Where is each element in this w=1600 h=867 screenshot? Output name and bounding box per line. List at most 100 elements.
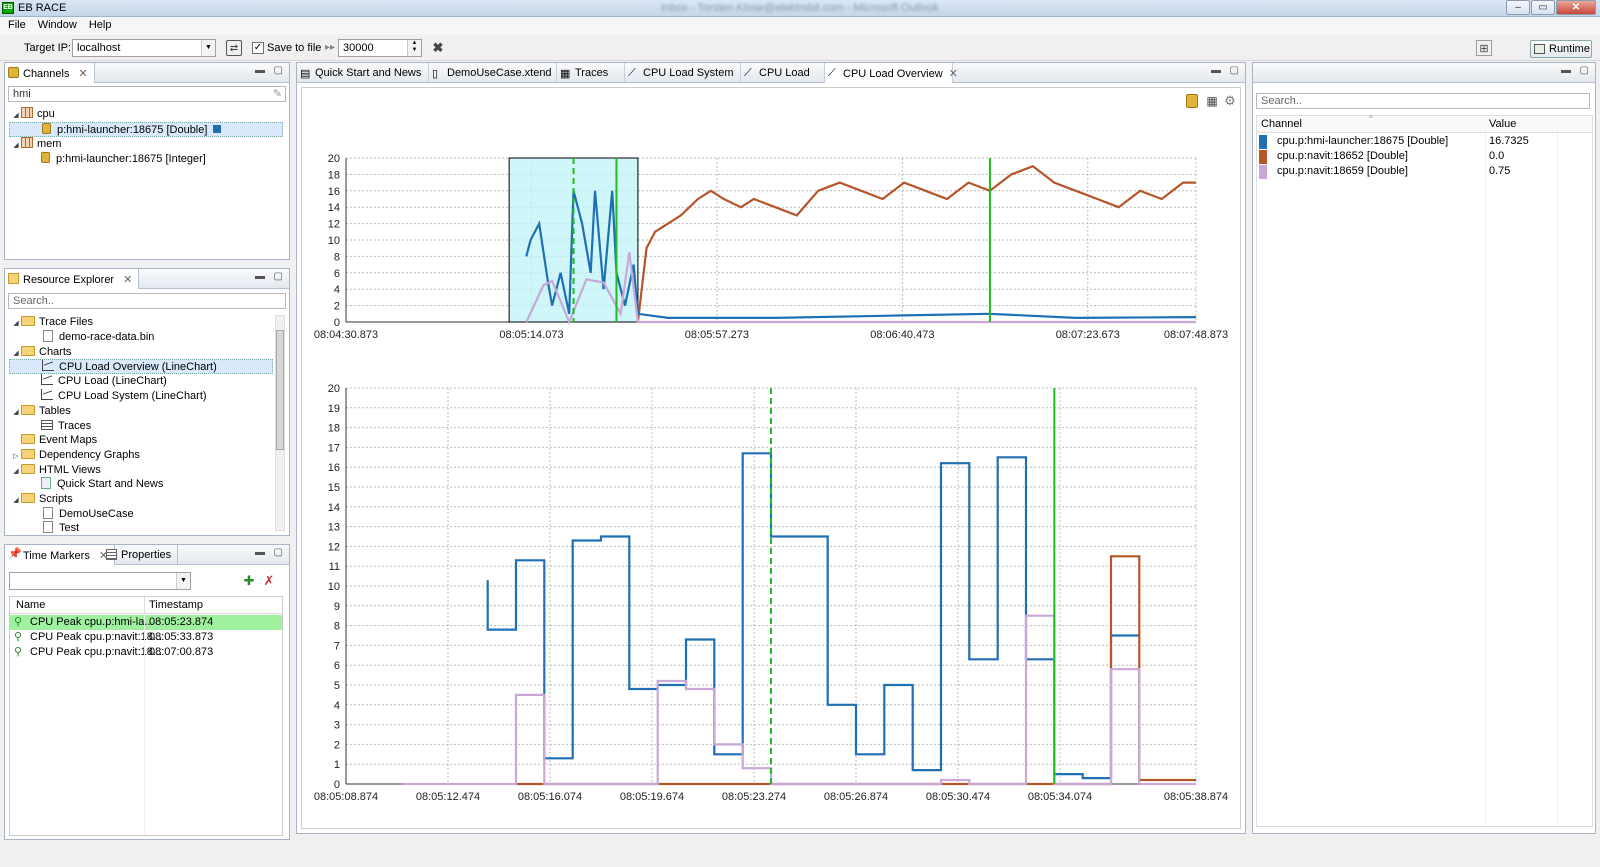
tree-item-cpu-load-system[interactable]: CPU Load System (LineChart) [41,389,207,404]
y-tick-label: 6 [334,268,340,280]
detail-chart[interactable]: 0123456789101112131415161718192008:05:08… [302,382,1234,822]
marker-filter-combo[interactable]: ▼ [9,572,191,590]
table-row[interactable]: cpu.p:navit:18652 [Double] 0.0 [1257,149,1592,164]
tab-resource-explorer[interactable]: Resource Explorer ✕ [5,269,140,289]
collapsed-icon[interactable]: ▷ [11,449,21,464]
menu-file[interactable]: File [2,17,32,35]
main-toolbar: Target IP: localhost ▼ ⇄ ✓ Save to file … [0,35,1600,61]
maximize-panel-icon[interactable]: ▢ [1580,65,1589,76]
expanded-icon[interactable]: ◢ [11,316,21,331]
tree-item-channel-cpu-hmi[interactable]: p:hmi-launcher:18675 [Double] [9,122,283,137]
minimize-panel-icon[interactable]: ▬ [255,547,265,558]
tab-label: Traces [575,67,609,79]
tree-item-demo-use-case[interactable]: DemoUseCase [43,507,134,522]
menu-help[interactable]: Help [83,17,118,35]
minimize-panel-icon[interactable]: ▬ [255,65,265,76]
tab-channels[interactable]: Channels ✕ [5,63,95,83]
resource-search-input[interactable]: Search.. [8,293,286,309]
chevron-down-icon[interactable]: ▼ [176,573,190,589]
runtime-perspective-button[interactable]: Runtime [1530,40,1592,58]
open-perspective-icon[interactable]: ⊞ [1476,40,1492,56]
table-row[interactable]: cpu.p:hmi-launcher:18675 [Double] 16.732… [1257,134,1592,149]
tree-item-traces[interactable]: Traces [41,419,91,434]
target-ip-combo[interactable]: localhost ▼ [72,39,216,57]
tab-quick-start[interactable]: ▤ Quick Start and News [297,63,429,82]
channel-icon [42,123,51,134]
channels-icon[interactable] [1186,94,1198,108]
close-window-button[interactable]: ✕ [1556,0,1596,15]
clear-filter-icon[interactable]: ✎ [273,87,282,100]
spinner-arrows-icon[interactable]: ▲ ▼ [407,40,421,56]
save-to-file-checkbox[interactable]: ✓ [252,42,264,54]
remove-marker-icon[interactable]: ✗ [261,573,277,589]
menu-window[interactable]: Window [32,17,83,35]
gear-icon[interactable]: ⚙ [1222,93,1238,109]
column-channel-header[interactable]: Channel [1261,117,1302,132]
chevron-down-icon[interactable]: ▼ [201,40,215,56]
tree-item-channel-mem-hmi[interactable]: p:hmi-launcher:18675 [Integer] [41,152,206,167]
tree-item-dependency-graphs[interactable]: ▷ Dependency Graphs [11,448,140,463]
tree-item-cpu-load-overview[interactable]: CPU Load Overview (LineChart) [9,359,273,374]
tab-time-markers[interactable]: 📌 Time Markers ✕ [5,545,116,565]
expanded-icon[interactable]: ◢ [11,405,21,420]
tab-demo-use-case[interactable]: ▯ DemoUseCase.xtend [429,63,557,82]
column-value-header[interactable]: Value [1489,117,1516,132]
maximize-button[interactable]: ▭ [1531,0,1555,15]
expanded-icon[interactable]: ◢ [11,493,21,508]
tree-item-mem[interactable]: ◢ mem [11,137,61,152]
minimize-button[interactable]: ‒ [1506,0,1530,15]
clear-icon[interactable]: ✖ [430,40,446,56]
column-timestamp-header[interactable]: Timestamp [149,598,203,613]
buffer-size-spinner[interactable]: 30000 ▲ ▼ [338,39,422,57]
column-name-header[interactable]: Name [16,598,45,613]
tree-item-demo-race-data[interactable]: demo-race-data.bin [43,330,154,345]
tab-cpu-load-system[interactable]: ⟋ CPU Load System [625,63,741,82]
table-header: Name Timestamp [10,597,282,614]
table-row[interactable]: ⚲ CPU Peak cpu.p:hmi-la... 08:05:23.874 [10,615,282,630]
vertical-scrollbar[interactable] [275,315,285,531]
maximize-panel-icon[interactable]: ▢ [274,65,283,76]
tab-cpu-load-overview[interactable]: ⟋ CPU Load Overview ✕ [825,63,958,83]
tree-item-trace-files[interactable]: ◢ Trace Files [11,315,93,330]
expanded-icon[interactable]: ◢ [11,138,21,153]
tree-item-tables[interactable]: ◢ Tables [11,404,71,419]
tree-item-cpu[interactable]: ◢ cpu [11,107,55,122]
resource-explorer-panel: Resource Explorer ✕ ▬ ▢ Search.. ◢ Trace … [4,268,290,536]
minimize-panel-icon[interactable]: ▬ [1561,65,1571,76]
connect-icon[interactable]: ⇄ [226,40,242,56]
table-row[interactable]: cpu.p:navit:18659 [Double] 0.75 [1257,164,1592,179]
table-row[interactable]: ⚲ CPU Peak cpu.p:navit:18... 08:05:33.87… [10,630,282,645]
tree-item-quick-start[interactable]: Quick Start and News [41,477,163,492]
add-marker-icon[interactable]: ✚ [241,573,257,589]
tree-item-test[interactable]: Test [43,521,79,536]
y-tick-label: 15 [328,482,340,494]
tab-label: CPU Load Overview [843,68,943,80]
tree-item-html-views[interactable]: ◢ HTML Views [11,463,101,478]
tab-properties[interactable]: Properties [103,545,179,565]
time-markers-panel: 📌 Time Markers ✕ Properties ▬ ▢ ▼ ✚ ✗ Na… [4,544,290,840]
table-row[interactable]: ⚲ CPU Peak cpu.p:navit:18... 08:07:00.87… [10,645,282,660]
legend-search-input[interactable]: Search.. [1256,93,1590,109]
maximize-panel-icon[interactable]: ▢ [1230,65,1239,76]
tree-item-charts[interactable]: ◢ Charts [11,345,71,360]
expanded-icon[interactable]: ◢ [11,464,21,479]
minimize-panel-icon[interactable]: ▬ [255,271,265,282]
scrollbar-thumb[interactable] [276,330,284,450]
maximize-panel-icon[interactable]: ▢ [274,271,283,282]
table-icon[interactable]: ▦ [1204,93,1220,109]
tree-item-cpu-load[interactable]: CPU Load (LineChart) [41,374,167,389]
close-tab-icon[interactable]: ✕ [949,68,958,80]
tree-item-event-maps[interactable]: Event Maps [21,433,97,448]
fast-forward-icon: ▸▸ [324,42,336,53]
x-tick-label: 08:06:40.473 [870,329,934,341]
minimize-panel-icon[interactable]: ▬ [1211,65,1221,76]
expanded-icon[interactable]: ◢ [11,108,21,123]
maximize-panel-icon[interactable]: ▢ [274,547,283,558]
tree-item-scripts[interactable]: ◢ Scripts [11,492,73,507]
close-tab-icon[interactable]: ✕ [123,274,132,286]
tab-traces[interactable]: ▦ Traces [557,63,625,82]
overview-chart[interactable]: 0 2 4 6 8 10 12 14 16 18 20 08:04:30.873 08:05:14.07… [302,150,1234,390]
close-tab-icon[interactable]: ✕ [79,68,88,80]
channel-filter-input[interactable]: hmi ✎ [8,86,286,102]
tab-cpu-load[interactable]: ⟋ CPU Load [741,63,825,82]
